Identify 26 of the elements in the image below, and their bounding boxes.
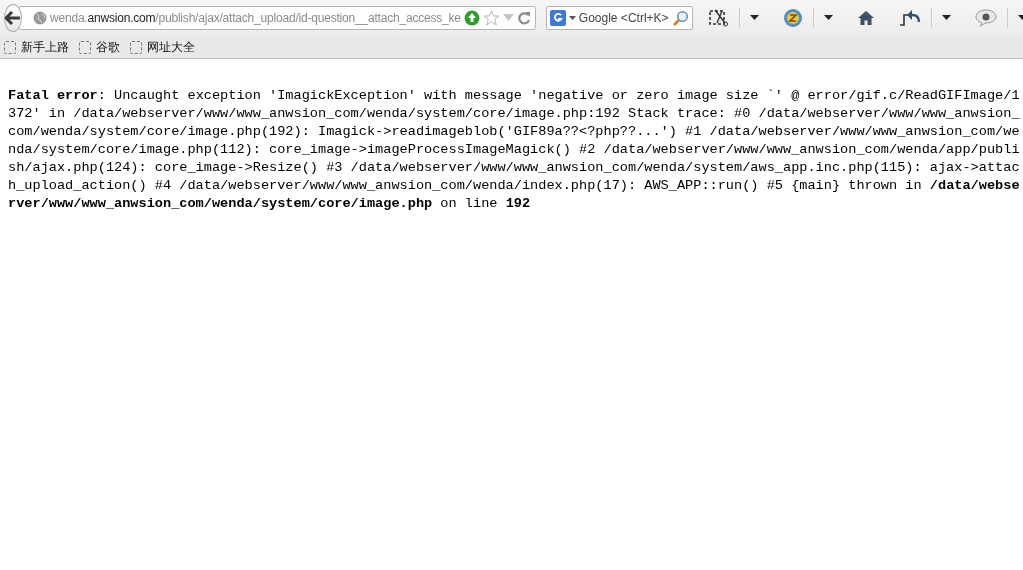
page-icon (79, 40, 91, 54)
page-icon (130, 40, 142, 54)
star-icon[interactable] (482, 10, 500, 26)
screenshot-scissors-icon[interactable] (708, 9, 729, 27)
back-button[interactable] (4, 4, 22, 32)
back-arrow-icon (5, 11, 21, 25)
badge-icon[interactable] (782, 8, 803, 28)
dropdown-icon[interactable] (749, 15, 759, 21)
bookmark[interactable]: 网址大全 (130, 38, 195, 56)
address-field[interactable]: wenda.anwsion.com/publish/ajax/attach_upload/id-question__attach_access_ke (18, 6, 536, 30)
search-icon[interactable] (671, 9, 689, 27)
bookmark[interactable]: 谷歌 (79, 38, 120, 56)
go-icon[interactable] (463, 10, 480, 26)
page-icon (4, 40, 16, 54)
dropdown-icon[interactable] (941, 15, 951, 21)
eye-bubble-icon[interactable] (974, 9, 997, 27)
undo-arrow-icon[interactable] (898, 9, 921, 27)
home-icon[interactable] (856, 10, 875, 26)
dropdown-icon[interactable] (823, 15, 833, 21)
globe-icon (33, 11, 47, 25)
error-message: Fatal error: Uncaught exception 'ImagickException' with message 'negative or zero image size `' @ error/gif.c/ReadGIFImage/1372' in /data/webserver/www/www_anwsion_com/wenda/system/core/image.php:192 Stack trace: #0 /data/webserver/www/www_anwsion_com/wenda/system/core/image.php(192): Imagick->readimageblob('GIF89a??<?php??...') #1 /data/webserver/www/www_anwsion_com/wenda/system/core/image.php(112): core_image->imageProcessImageMagick() #2 /data/webserver/www/www_anwsion_com/wenda/app/publish/ajax.php(124): core_image->Resize() #3 /data/webserver/www/www_anwsion_com/wenda/system/aws_app.inc.php(115): ajax->attach_upload_action() #4 /data/webserver/www/www_anwsion_com/wenda/index.php(17): AWS_APP::run() #5 {main} thrown in /data/webserver/www/www_anwsion_com/wenda/system/core/image.php on line 192 (8, 87, 1020, 213)
bookmark[interactable]: 新手上路 (4, 38, 69, 56)
dropdown-icon[interactable] (568, 15, 576, 21)
search-field[interactable]: Google <Ctrl+K> (545, 6, 693, 30)
google-g-icon[interactable] (549, 10, 566, 26)
reload-icon[interactable] (516, 11, 531, 25)
